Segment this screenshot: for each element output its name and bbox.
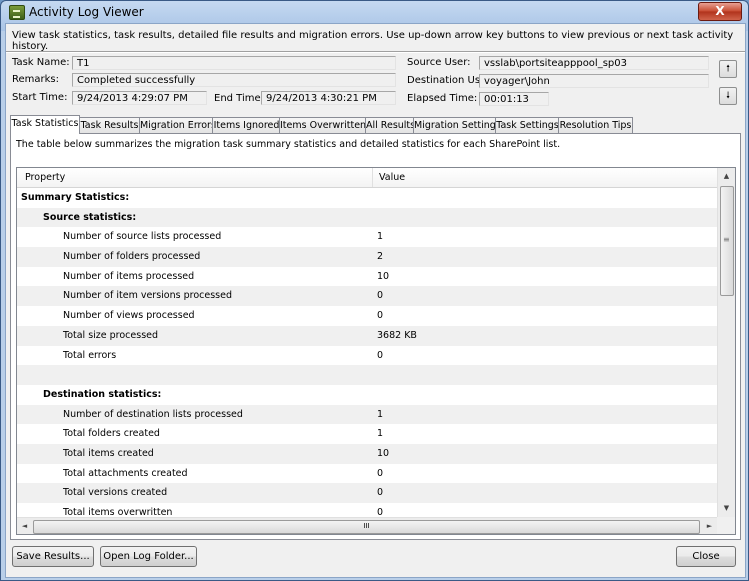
column-header-value[interactable]: Value bbox=[379, 172, 405, 183]
table-row[interactable]: Number of item versions processed 0 bbox=[17, 286, 717, 307]
next-activity-button[interactable]: 🠗 bbox=[719, 87, 737, 105]
table-row[interactable]: Number of items processed 10 bbox=[17, 266, 717, 287]
source-user-field: vsslab\portsiteapppool_sp03 bbox=[479, 56, 709, 70]
end-time-label: End Time: bbox=[214, 93, 265, 104]
tab-migration-errors[interactable]: Migration Errors bbox=[139, 117, 214, 133]
value-cell: 0 bbox=[377, 467, 384, 479]
elapsed-time-field: 00:01:13 bbox=[479, 92, 549, 106]
tab-migration-settings[interactable]: Migration Settings bbox=[413, 117, 497, 133]
arrow-down-icon: 🠗 bbox=[726, 91, 730, 101]
description-text: View task statistics, task results, deta… bbox=[12, 30, 734, 52]
property-cell: Number of views processed bbox=[63, 310, 195, 322]
table-row[interactable]: Number of destination lists processed 1 bbox=[17, 404, 717, 425]
statistics-table: Property Value Summary Statistics: Source… bbox=[16, 167, 736, 535]
table-row[interactable] bbox=[17, 365, 717, 385]
source-user-label: Source User: bbox=[407, 57, 471, 68]
task-statistics-panel: The table below summarizes the migration… bbox=[10, 133, 741, 540]
task-name-label: Task Name: bbox=[12, 57, 70, 68]
scroll-right-icon[interactable]: ► bbox=[702, 518, 717, 534]
value-cell: 10 bbox=[377, 447, 390, 459]
value-cell: 10 bbox=[377, 270, 390, 282]
property-cell: Total versions created bbox=[63, 487, 168, 499]
table-row[interactable]: Total folders created 1 bbox=[17, 424, 717, 444]
scroll-up-icon[interactable]: ▲ bbox=[718, 168, 735, 185]
scrollbar-corner bbox=[717, 517, 735, 534]
tab-task-results[interactable]: Task Results bbox=[78, 117, 141, 133]
property-cell: Number of folders processed bbox=[63, 251, 201, 263]
remarks-field: Completed successfully bbox=[72, 73, 396, 87]
start-time-label: Start Time: bbox=[12, 92, 68, 103]
client-area: View task statistics, task results, deta… bbox=[5, 23, 746, 578]
value-cell: 0 bbox=[377, 349, 384, 361]
table-row[interactable]: Total attachments created 0 bbox=[17, 463, 717, 484]
property-cell: Source statistics: bbox=[43, 211, 137, 223]
property-cell: Total size processed bbox=[63, 329, 159, 341]
vertical-scrollbar[interactable]: ▲ ≡ ▼ bbox=[717, 168, 735, 517]
property-cell: Total items created bbox=[63, 447, 154, 459]
destination-user-field: voyager\John bbox=[479, 74, 709, 88]
remarks-label: Remarks: bbox=[12, 74, 60, 85]
horizontal-scroll-thumb[interactable]: III bbox=[33, 520, 700, 534]
value-cell: 1 bbox=[377, 408, 384, 420]
open-log-folder-button[interactable]: Open Log Folder... bbox=[100, 546, 197, 567]
column-header-property[interactable]: Property bbox=[25, 172, 65, 183]
table-row[interactable]: Total versions created 0 bbox=[17, 483, 717, 503]
save-results-button[interactable]: Save Results... bbox=[12, 546, 94, 567]
scroll-left-icon[interactable]: ◄ bbox=[17, 518, 32, 534]
property-cell: Total errors bbox=[63, 349, 117, 361]
value-cell: 0 bbox=[377, 310, 384, 322]
value-cell: 3682 KB bbox=[377, 329, 417, 341]
property-cell: Number of items processed bbox=[63, 270, 195, 282]
property-cell: Summary Statistics: bbox=[21, 192, 130, 203]
end-time-field: 9/24/2013 4:30:21 PM bbox=[261, 91, 396, 105]
property-cell: Total folders created bbox=[63, 428, 160, 440]
value-cell: 0 bbox=[377, 290, 384, 302]
tab-items-overwritten[interactable]: Items Overwritten bbox=[279, 117, 367, 133]
window-close-button[interactable]: X bbox=[698, 2, 742, 21]
task-name-field: T1 bbox=[72, 56, 396, 70]
activity-log-window: Activity Log Viewer X View task statisti… bbox=[0, 0, 749, 581]
table-header: Property Value bbox=[17, 168, 717, 188]
property-cell: Number of source lists processed bbox=[63, 231, 222, 243]
table-row[interactable]: Total errors 0 bbox=[17, 345, 717, 366]
value-cell: 1 bbox=[377, 231, 384, 243]
title-bar[interactable]: Activity Log Viewer X bbox=[1, 1, 748, 23]
value-cell: 0 bbox=[377, 487, 384, 499]
elapsed-time-label: Elapsed Time: bbox=[407, 93, 478, 104]
value-cell: 2 bbox=[377, 251, 384, 263]
start-time-field: 9/24/2013 4:29:07 PM bbox=[72, 91, 207, 105]
column-divider[interactable] bbox=[372, 168, 373, 187]
scroll-down-icon[interactable]: ▼ bbox=[718, 500, 735, 517]
header-separator bbox=[6, 51, 745, 53]
panel-intro-text: The table below summarizes the migration… bbox=[16, 139, 561, 150]
window-title: Activity Log Viewer bbox=[29, 5, 144, 19]
property-cell: Number of item versions processed bbox=[63, 290, 232, 302]
tab-task-statistics[interactable]: Task Statistics bbox=[10, 115, 80, 134]
tab-all-results[interactable]: All Results bbox=[365, 117, 415, 133]
table-row[interactable]: Number of source lists processed 1 bbox=[17, 227, 717, 248]
table-row[interactable]: Summary Statistics: bbox=[17, 188, 717, 208]
previous-activity-button[interactable]: 🠕 bbox=[719, 60, 737, 78]
table-row[interactable]: Source statistics: bbox=[17, 207, 717, 228]
vertical-scroll-thumb[interactable]: ≡ bbox=[720, 186, 734, 296]
horizontal-scrollbar[interactable]: ◄ III ► bbox=[17, 517, 717, 534]
table-row[interactable]: Number of folders processed 2 bbox=[17, 247, 717, 267]
property-cell: Total attachments created bbox=[63, 467, 188, 479]
table-row[interactable]: Number of views processed 0 bbox=[17, 306, 717, 326]
tab-items-ignored[interactable]: Items Ignored bbox=[212, 117, 281, 133]
table-rows: Summary Statistics: Source statistics: Num… bbox=[17, 188, 717, 523]
table-row[interactable]: Total size processed 3682 KB bbox=[17, 325, 717, 346]
arrow-up-icon: 🠕 bbox=[726, 64, 730, 74]
thumb-grip-icon: ≡ bbox=[723, 235, 730, 244]
close-button[interactable]: Close bbox=[676, 546, 736, 567]
tab-task-settings[interactable]: Task Settings bbox=[495, 117, 560, 133]
table-row[interactable]: Total items created 10 bbox=[17, 443, 717, 464]
table-row[interactable]: Destination statistics: bbox=[17, 384, 717, 405]
app-icon bbox=[9, 5, 25, 20]
tab-resolution-tips[interactable]: Resolution Tips bbox=[558, 117, 633, 133]
property-cell: Destination statistics: bbox=[43, 388, 162, 400]
value-cell: 1 bbox=[377, 428, 384, 440]
property-cell: Number of destination lists processed bbox=[63, 408, 243, 420]
